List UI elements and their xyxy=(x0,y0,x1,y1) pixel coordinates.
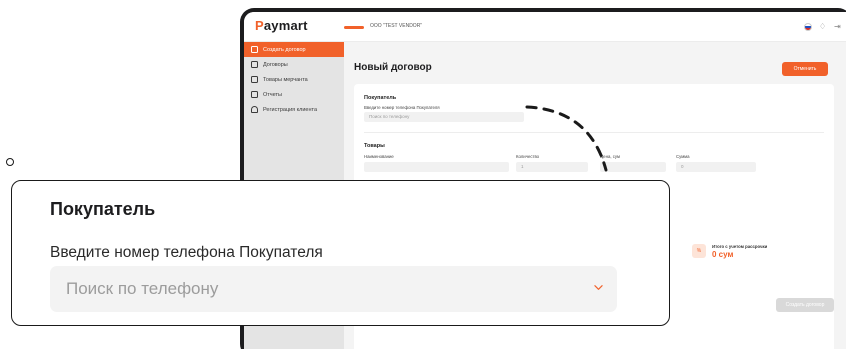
sidebar-item-label: Создать договор xyxy=(263,46,306,53)
column-price: Цена, сум xyxy=(600,154,620,159)
vendor-accent-dash xyxy=(344,26,364,29)
top-bar: Paymart OOO "TEST VENDOR" ♢ ⇥ xyxy=(244,12,846,42)
box-icon xyxy=(251,76,258,83)
goods-name-input[interactable] xyxy=(364,162,509,172)
goods-sum-input: 0 xyxy=(676,162,756,172)
paymart-logo[interactable]: Paymart xyxy=(255,18,308,33)
phone-search-placeholder: Поиск по телефону xyxy=(369,114,410,119)
bell-icon[interactable]: ♢ xyxy=(819,22,827,31)
chart-icon xyxy=(251,91,258,98)
documents-icon xyxy=(251,61,258,68)
sidebar-item-label: Товары мерчанта xyxy=(263,76,308,83)
vendor-name: OOO "TEST VENDOR" xyxy=(370,23,423,29)
goods-section-title: Товары xyxy=(364,143,385,149)
callout-phone-search-input[interactable]: Поиск по телефону xyxy=(50,266,617,312)
goods-price-input[interactable] xyxy=(600,162,666,172)
chevron-down-icon[interactable] xyxy=(594,283,603,292)
buyer-zoom-callout: Покупатель Введите номер телефона Покупа… xyxy=(11,180,670,326)
document-plus-icon xyxy=(251,46,258,53)
total-value: 0 сум xyxy=(712,250,734,259)
callout-phone-label: Введите номер телефона Покупателя xyxy=(50,244,323,261)
cancel-button[interactable]: Отменить xyxy=(782,62,828,76)
column-quantity: Количество xyxy=(516,154,540,159)
callout-title: Покупатель xyxy=(50,199,156,219)
sidebar-item-create-contract[interactable]: Создать договор xyxy=(244,42,344,57)
phone-label: Введите номер телефона Покупателя xyxy=(364,105,440,110)
column-name: Наименование xyxy=(364,154,394,159)
total-label: Итого с учетом рассрочки xyxy=(712,244,768,249)
logout-icon[interactable]: ⇥ xyxy=(834,22,842,31)
sidebar-item-merchant-goods[interactable]: Товары мерчанта xyxy=(244,72,344,87)
sidebar-item-label: Отчеты xyxy=(263,91,283,98)
create-contract-button[interactable]: Создать договор xyxy=(776,298,834,312)
sidebar-item-label: Регистрация клиента xyxy=(263,106,318,113)
sum-value: 0 xyxy=(681,164,684,169)
percent-icon: % xyxy=(692,244,706,258)
divider xyxy=(364,132,824,133)
column-sum: Сумма xyxy=(676,154,690,159)
user-plus-icon xyxy=(251,106,258,113)
top-icons: ♢ ⇥ xyxy=(804,22,842,31)
side-dot xyxy=(6,158,14,166)
phone-search-input[interactable]: Поиск по телефону xyxy=(364,112,524,122)
language-flag-icon[interactable] xyxy=(804,22,812,31)
sidebar-item-client-registration[interactable]: Регистрация клиента xyxy=(244,102,344,117)
sidebar-item-contracts[interactable]: Договоры xyxy=(244,57,344,72)
callout-phone-placeholder: Поиск по телефону xyxy=(66,279,219,298)
goods-qty-input[interactable]: 1 xyxy=(516,162,588,172)
buyer-section-title: Покупатель xyxy=(364,95,397,101)
qty-value: 1 xyxy=(521,164,524,169)
sidebar-item-label: Договоры xyxy=(263,61,288,68)
page-title: Новый договор xyxy=(354,62,432,73)
sidebar-item-reports[interactable]: Отчеты xyxy=(244,87,344,102)
